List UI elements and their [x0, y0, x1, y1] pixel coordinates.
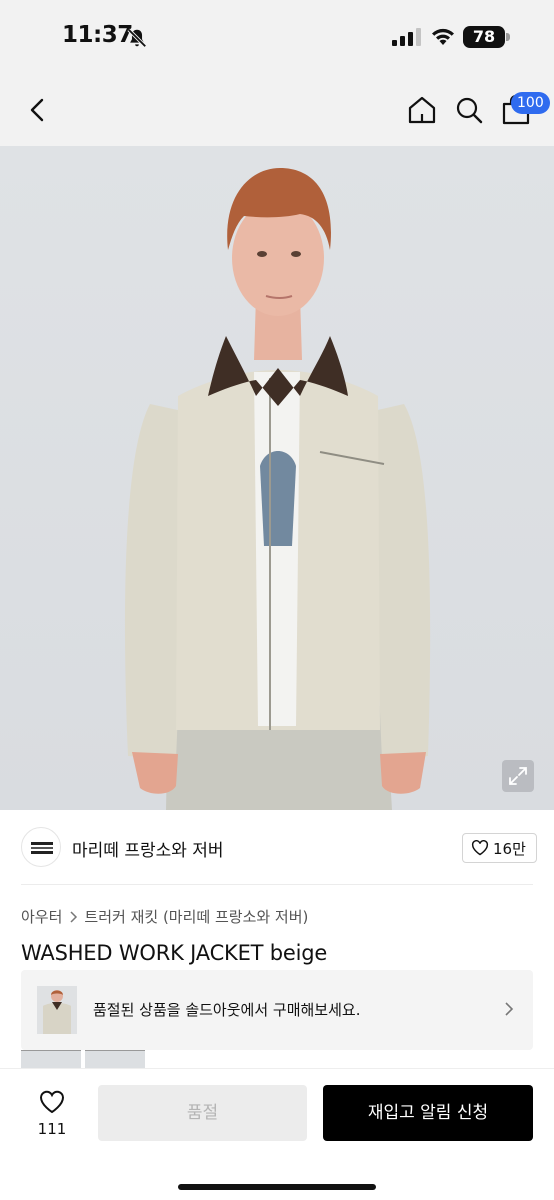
brand-name[interactable]: 마리떼 프랑소와 저버 [72, 836, 224, 861]
thumbnail[interactable] [85, 1050, 145, 1068]
soldout-banner-text: 품절된 상품을 솔드아웃에서 구매해보세요. [93, 1001, 361, 1019]
brand-like-button[interactable]: 16만 [462, 833, 537, 863]
breadcrumb-subcategory[interactable]: 트러커 재킷 (마리떼 프랑소와 저버) [84, 906, 308, 927]
home-icon[interactable] [406, 94, 438, 126]
status-bar: 11:37 78 [0, 0, 554, 74]
back-icon[interactable] [24, 96, 52, 124]
soldout-thumbnail [37, 986, 77, 1034]
restock-alert-button[interactable]: 재입고 알림 신청 [323, 1085, 533, 1141]
top-nav-bar [0, 74, 554, 146]
battery-tip [506, 33, 510, 41]
brand-logo[interactable] [21, 827, 61, 867]
brand-logo-mark [31, 842, 53, 854]
breadcrumb-category[interactable]: 아우터 [21, 906, 62, 927]
wish-count: 111 [37, 1120, 67, 1138]
cart-count-badge: 100 [511, 92, 550, 114]
product-title: WASHED WORK JACKET beige [21, 941, 328, 965]
signal-icon [392, 28, 421, 46]
battery-indicator: 78 [463, 26, 505, 48]
thumbnail[interactable] [21, 1050, 81, 1068]
chevron-right-icon [505, 1002, 514, 1016]
home-indicator [178, 1184, 376, 1190]
soldout-banner[interactable]: 품절된 상품을 솔드아웃에서 구매해보세요. [21, 970, 533, 1050]
soldout-button: 품절 [98, 1085, 307, 1141]
model-photo [124, 168, 431, 810]
product-image[interactable] [0, 146, 554, 810]
status-time: 11:37 [62, 22, 133, 48]
breadcrumb: 아우터 트러커 재킷 (마리떼 프랑소와 저버) [21, 906, 308, 927]
brand-like-count: 16만 [493, 839, 526, 858]
wifi-icon [432, 28, 454, 45]
bell-slash-icon [127, 28, 147, 48]
expand-image-button[interactable] [502, 760, 534, 792]
heart-icon [471, 840, 489, 856]
thumbnail-strip [21, 1050, 145, 1068]
search-icon[interactable] [453, 94, 485, 126]
expand-icon [509, 767, 527, 785]
divider [21, 884, 533, 885]
heart-icon[interactable] [38, 1089, 66, 1115]
bottom-action-bar: 111 품절 재입고 알림 신청 [0, 1068, 554, 1200]
chevron-right-icon [70, 910, 78, 923]
